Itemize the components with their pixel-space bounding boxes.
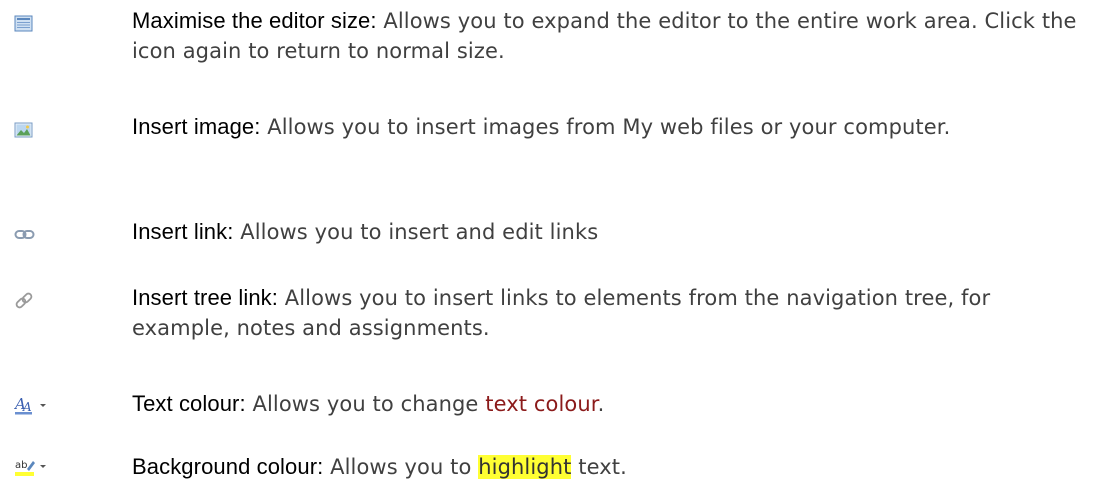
item-description: Allows you to change [245, 392, 486, 416]
background-colour-icon: ab [14, 456, 74, 484]
highlight-example: highlight [478, 455, 572, 479]
item-text: Text colour: Allows you to change text c… [132, 389, 1092, 419]
maximise-editor-icon [14, 10, 42, 38]
item-term: Insert tree link: [132, 285, 278, 310]
item-text: Insert image: Allows you to insert image… [132, 112, 1092, 142]
svg-text:ab: ab [15, 460, 27, 471]
item-term: Maximise the editor size: [132, 8, 377, 33]
svg-text:A: A [22, 400, 32, 414]
item-term: Background colour: [132, 454, 324, 479]
item-description-end: . [597, 392, 605, 416]
item-description: Allows you to insert images from My web … [260, 115, 951, 139]
item-term: Insert link: [132, 219, 234, 244]
insert-link-icon [14, 221, 42, 249]
item-text: Background colour: Allows you to highlig… [132, 452, 1092, 482]
item-text: Insert link: Allows you to insert and ed… [132, 217, 1092, 247]
item-term: Text colour: [132, 391, 246, 416]
item-description: Allows you to insert and edit links [233, 220, 599, 244]
help-document: Maximise the editor size: Allows you to … [0, 0, 1109, 499]
text-colour-icon: A A [14, 393, 74, 421]
text-colour-example: text colour [485, 392, 598, 416]
insert-image-icon [14, 116, 42, 144]
item-description: Allows you to [323, 455, 479, 479]
insert-tree-link-icon [14, 287, 42, 315]
item-text: Insert tree link: Allows you to insert l… [132, 283, 1092, 343]
item-description-end: text. [571, 455, 627, 479]
item-text: Maximise the editor size: Allows you to … [132, 6, 1092, 66]
item-term: Insert image: [132, 114, 261, 139]
